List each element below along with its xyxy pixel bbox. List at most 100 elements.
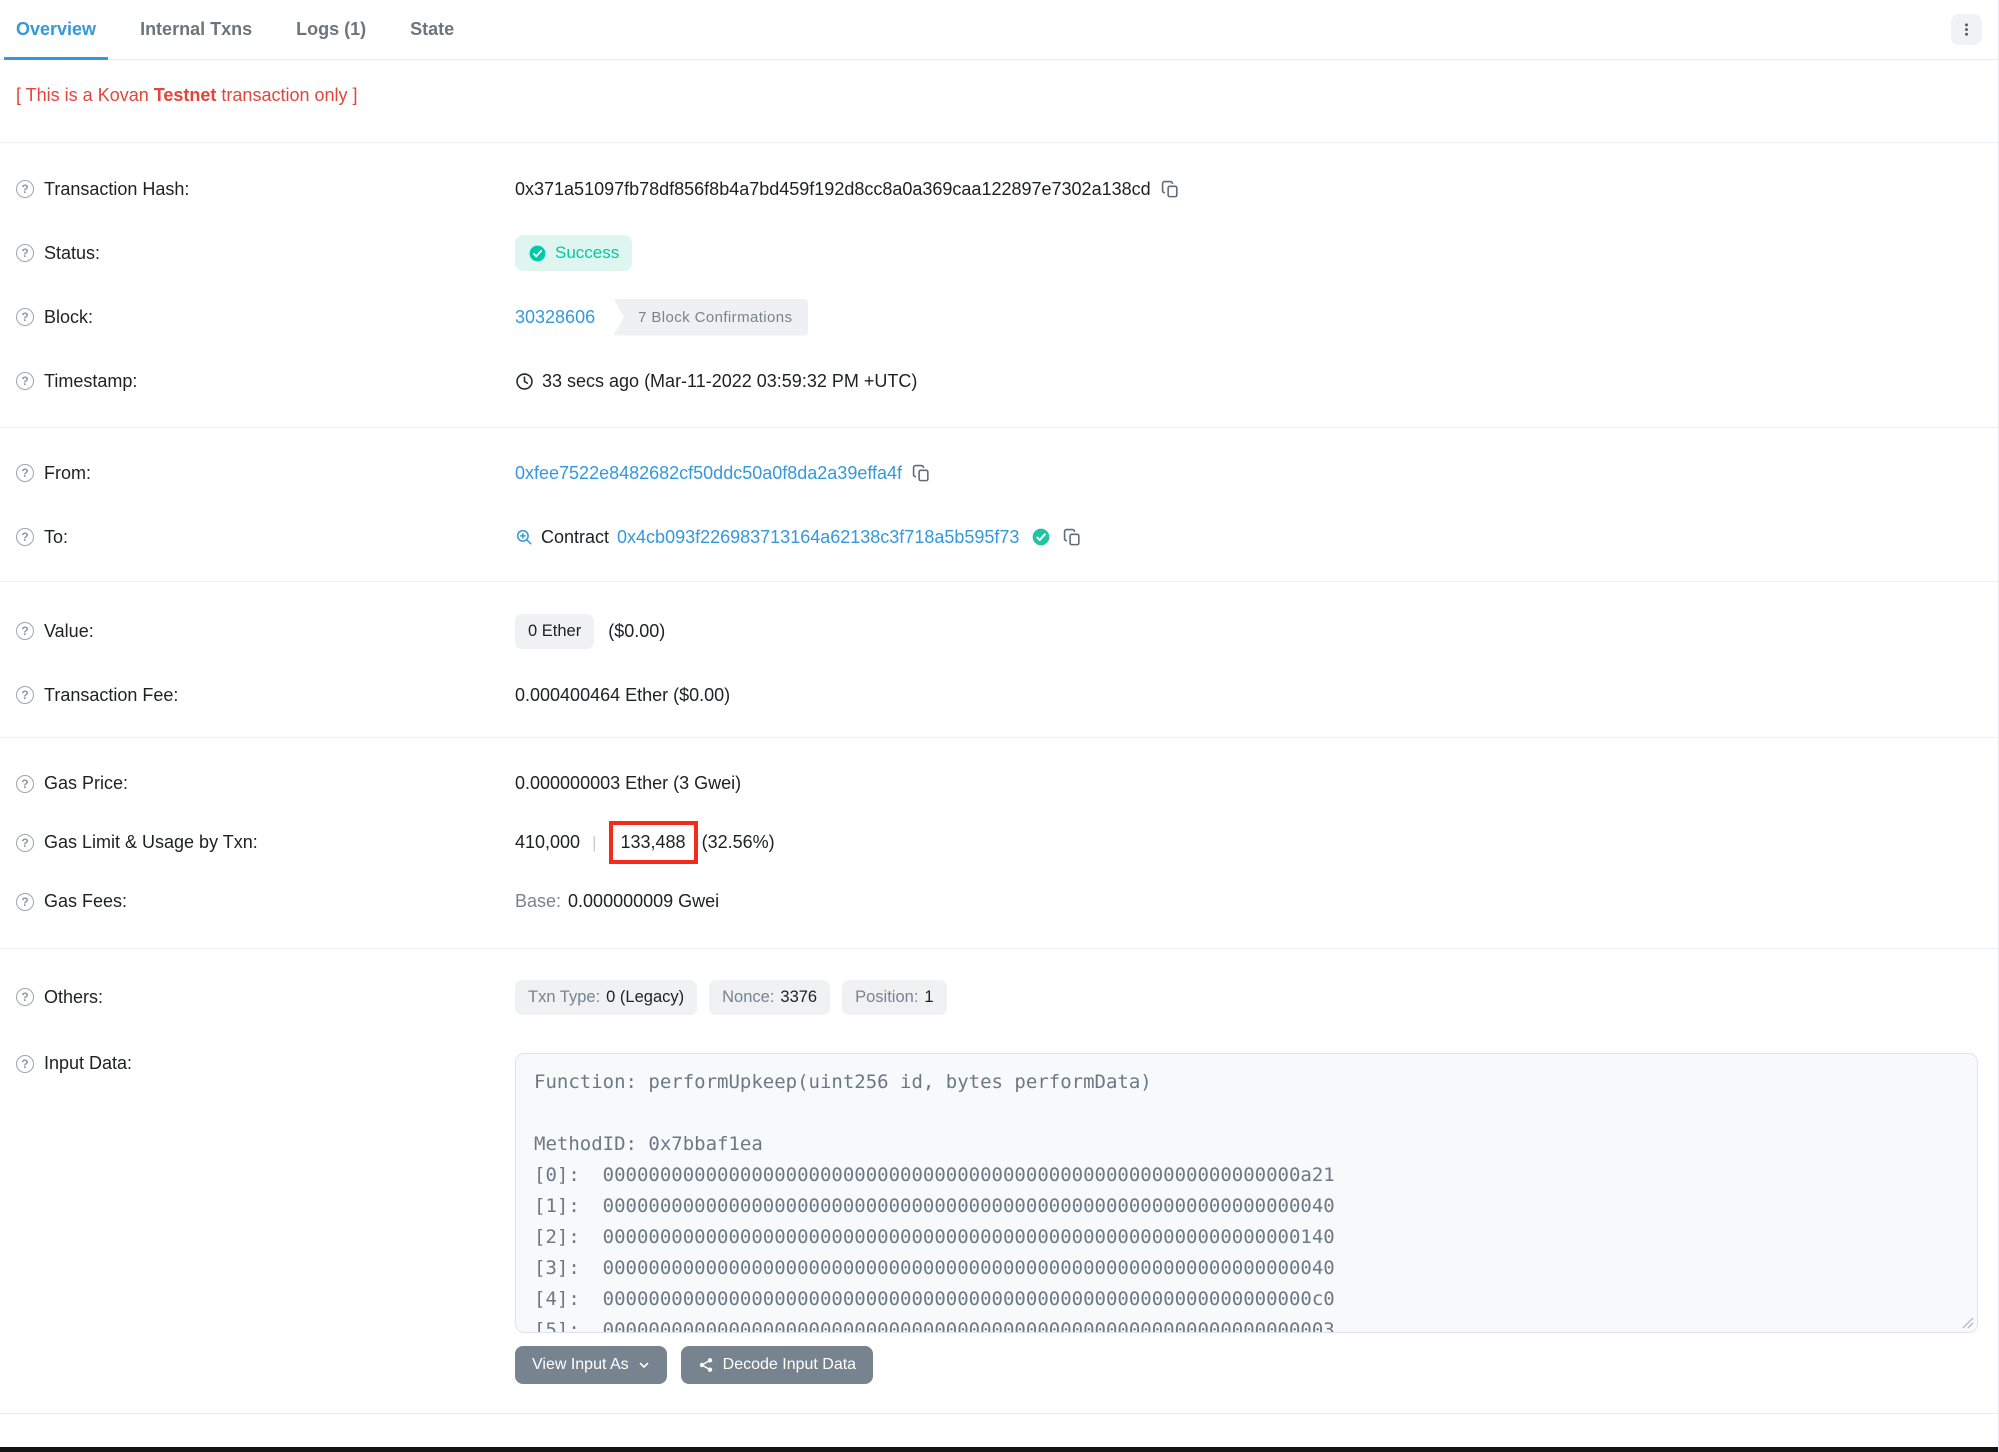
- others-label: Others:: [44, 986, 104, 1007]
- verified-check-icon: [1031, 527, 1051, 547]
- kebab-icon: [1959, 22, 1974, 37]
- help-icon[interactable]: ?: [16, 244, 34, 262]
- status-badge: Success: [515, 235, 633, 271]
- timestamp-label: Timestamp:: [44, 370, 138, 391]
- block-number-link[interactable]: 30328606: [515, 307, 595, 328]
- gas-price-value: 0.000000003 Ether (3 Gwei): [515, 773, 742, 793]
- gas-price-label: Gas Price:: [44, 773, 129, 793]
- row-others: ? Others: Txn Type: 0 (Legacy) Nonce: 33…: [0, 965, 1998, 1029]
- zoom-in-icon[interactable]: [515, 528, 533, 546]
- nonce-key: Nonce:: [722, 987, 775, 1006]
- annotation-highlight-box: 133,488: [608, 821, 698, 864]
- help-icon[interactable]: ?: [16, 180, 34, 198]
- to-address-link[interactable]: 0x4cb093f226983713164a62138c3f718a5b595f…: [617, 527, 1019, 548]
- bottom-divider-bar: [0, 1447, 1998, 1452]
- help-icon[interactable]: ?: [16, 528, 34, 546]
- section-hash-status: ? Transaction Hash: 0x371a51097fb78df856…: [0, 143, 1998, 427]
- decode-icon: [698, 1357, 714, 1373]
- gas-used-value: 133,488: [620, 832, 686, 852]
- check-circle-icon: [528, 244, 547, 263]
- warning-prefix: [ This is a Kovan: [16, 85, 154, 105]
- row-transaction-fee: ? Transaction Fee: 0.000400464 Ether ($0…: [0, 663, 1998, 727]
- position-badge: Position: 1: [842, 979, 947, 1015]
- tab-internal-txns[interactable]: Internal Txns: [128, 0, 264, 59]
- help-icon[interactable]: ?: [16, 833, 34, 852]
- separator: |: [592, 832, 597, 852]
- decode-input-data-button[interactable]: Decode Input Data: [680, 1346, 874, 1384]
- transaction-hash-label: Transaction Hash:: [44, 178, 190, 199]
- help-icon[interactable]: ?: [16, 1054, 34, 1073]
- copy-icon[interactable]: [1063, 528, 1082, 547]
- help-icon[interactable]: ?: [16, 686, 34, 704]
- section-value-fee: ? Value: 0 Ether ($0.00) ? Transaction F…: [0, 581, 1998, 737]
- testnet-warning: [ This is a Kovan Testnet transaction on…: [0, 60, 1998, 143]
- tab-internal-txns-label: Internal Txns: [140, 19, 253, 39]
- transaction-details-card: Overview Internal Txns Logs (1) State [ …: [0, 0, 1999, 1452]
- warning-suffix: transaction only ]: [216, 85, 358, 105]
- more-options-button[interactable]: [1951, 14, 1982, 45]
- row-gas-price: ? Gas Price: 0.000000003 Ether (3 Gwei): [0, 754, 1998, 813]
- nonce-badge: Nonce: 3376: [709, 979, 831, 1015]
- resize-handle[interactable]: [1960, 1315, 1974, 1329]
- tab-bar: Overview Internal Txns Logs (1) State: [0, 0, 1998, 60]
- row-value: ? Value: 0 Ether ($0.00): [0, 599, 1998, 663]
- help-icon[interactable]: ?: [16, 372, 34, 390]
- chevron-down-icon: [638, 1359, 650, 1371]
- row-timestamp: ? Timestamp: 33 secs ago (Mar-11-2022 03…: [0, 349, 1998, 413]
- txn-type-badge: Txn Type: 0 (Legacy): [515, 979, 698, 1015]
- section-from-to: ? From: 0xfee7522e8482682cf50ddc50a0f8da…: [0, 427, 1998, 581]
- value-usd: ($0.00): [608, 620, 666, 641]
- gas-limit-usage-label: Gas Limit & Usage by Txn:: [44, 832, 258, 852]
- transaction-hash-value: 0x371a51097fb78df856f8b4a7bd459f192d8cc8…: [515, 178, 1151, 199]
- row-gas-fees: ? Gas Fees: Base: 0.000000009 Gwei: [0, 872, 1998, 931]
- tab-overview[interactable]: Overview: [4, 0, 109, 60]
- row-transaction-hash: ? Transaction Hash: 0x371a51097fb78df856…: [0, 157, 1998, 221]
- help-icon[interactable]: ?: [16, 464, 34, 482]
- row-block: ? Block: 30328606 7 Block Confirmations: [0, 285, 1998, 349]
- input-data-textarea[interactable]: Function: performUpkeep(uint256 id, byte…: [515, 1053, 1978, 1333]
- status-badge-label: Success: [555, 243, 620, 262]
- position-value: 1: [924, 987, 934, 1006]
- tab-state-label: State: [410, 19, 455, 39]
- from-address-link[interactable]: 0xfee7522e8482682cf50ddc50a0f8da2a39effa…: [515, 463, 902, 484]
- section-others-input: ? Others: Txn Type: 0 (Legacy) Nonce: 33…: [0, 948, 1998, 1413]
- tabs: Overview Internal Txns Logs (1) State: [4, 0, 486, 60]
- view-input-as-label: View Input As: [532, 1356, 629, 1373]
- tab-logs[interactable]: Logs (1): [284, 0, 378, 59]
- view-input-as-button[interactable]: View Input As: [515, 1346, 667, 1384]
- help-icon[interactable]: ?: [16, 308, 34, 326]
- warning-bold: Testnet: [153, 85, 217, 105]
- input-data-label: Input Data:: [44, 1053, 133, 1073]
- tab-logs-label: Logs (1): [296, 19, 367, 39]
- help-icon[interactable]: ?: [16, 988, 34, 1006]
- status-label: Status:: [44, 242, 101, 263]
- help-icon[interactable]: ?: [16, 622, 34, 640]
- gas-used-percent: (32.56%): [701, 832, 775, 852]
- from-label: From:: [44, 462, 91, 483]
- card-footer: [0, 1413, 1998, 1447]
- gas-limit-value: 410,000: [515, 832, 581, 852]
- help-icon[interactable]: ?: [16, 774, 34, 793]
- tab-state[interactable]: State: [398, 0, 466, 59]
- input-data-actions: View Input As Decode Input Data: [515, 1346, 1982, 1384]
- gas-fees-base-value: 0.000000009 Gwei: [568, 891, 720, 911]
- help-icon[interactable]: ?: [16, 892, 34, 911]
- ether-value-badge: 0 Ether: [515, 613, 595, 649]
- txn-type-key: Txn Type:: [528, 987, 601, 1006]
- block-label: Block:: [44, 306, 94, 327]
- block-confirmations-badge: 7 Block Confirmations: [613, 298, 809, 336]
- row-gas-limit-usage: ? Gas Limit & Usage by Txn: 410,000 | 13…: [0, 813, 1998, 872]
- position-key: Position:: [855, 987, 919, 1006]
- input-data-text: Function: performUpkeep(uint256 id, byte…: [534, 1071, 1335, 1333]
- timestamp-value: 33 secs ago (Mar-11-2022 03:59:32 PM +UT…: [542, 370, 918, 391]
- clock-icon: [515, 372, 534, 391]
- txn-type-value: 0 (Legacy): [606, 987, 685, 1006]
- copy-icon[interactable]: [1161, 180, 1180, 199]
- transaction-fee-label: Transaction Fee:: [44, 684, 179, 705]
- value-label: Value:: [44, 620, 94, 641]
- decode-label: Decode Input Data: [722, 1356, 857, 1373]
- gas-fees-base-label: Base:: [515, 891, 562, 911]
- copy-icon[interactable]: [912, 464, 931, 483]
- section-gas: ? Gas Price: 0.000000003 Ether (3 Gwei) …: [0, 737, 1998, 948]
- to-kind: Contract: [541, 526, 610, 547]
